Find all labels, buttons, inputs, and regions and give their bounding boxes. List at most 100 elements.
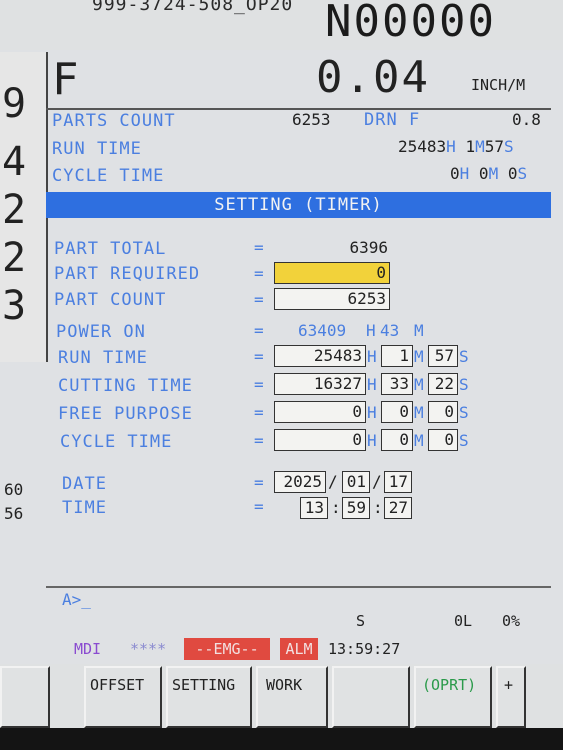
equals-sign: =: [254, 403, 264, 422]
cycle-time-seconds-field[interactable]: 0: [428, 429, 458, 451]
program-header: 999-3724-508_OP20 N00000: [0, 0, 563, 50]
left-digit: 2: [2, 235, 27, 281]
equals-sign: =: [254, 375, 264, 394]
status-run-time-value: 25483H 1M57S: [398, 137, 514, 156]
cycle-time-hours-field[interactable]: 0: [274, 429, 366, 451]
cutting-time-minutes-field[interactable]: 33: [381, 373, 413, 395]
drn-value: 0.8: [512, 110, 541, 129]
part-required-field[interactable]: 0: [274, 262, 390, 284]
minute-unit: M: [414, 403, 424, 422]
override-indicator: 0L: [454, 612, 473, 630]
minute-unit: M: [414, 375, 424, 394]
second-unit: S: [459, 375, 469, 394]
equals-sign: =: [254, 347, 264, 366]
date-day-field[interactable]: 17: [384, 471, 412, 493]
left-number: 56: [4, 504, 24, 523]
minute-unit: M: [414, 431, 424, 450]
free-purpose-minutes-field[interactable]: 0: [381, 401, 413, 423]
part-total-label: PART TOTAL: [54, 239, 167, 259]
cutting-time-hours-field[interactable]: 16327: [274, 373, 366, 395]
softkey-setting[interactable]: SETTING: [166, 666, 252, 728]
feed-label: F: [52, 54, 79, 105]
softkey-work[interactable]: WORK: [256, 666, 328, 728]
cycle-time-minutes-field[interactable]: 0: [381, 429, 413, 451]
run-time-seconds-field[interactable]: 57: [428, 345, 458, 367]
parts-count-value: 6253: [292, 110, 331, 129]
equals-sign: =: [254, 238, 264, 257]
equals-sign: =: [254, 473, 264, 492]
load-percent: 0%: [502, 612, 521, 630]
run-time-label: RUN TIME: [58, 348, 148, 368]
clock: 13:59:27: [328, 640, 401, 658]
time-label: TIME: [62, 498, 107, 518]
monitor-bezel: [0, 728, 563, 750]
equals-sign: =: [254, 264, 264, 283]
second-unit: S: [459, 431, 469, 450]
part-total-value: 6396: [349, 238, 388, 257]
spindle-indicator: S: [356, 612, 366, 630]
time-second-field[interactable]: 27: [384, 497, 412, 519]
part-count-field[interactable]: 6253: [274, 288, 390, 310]
status-cycle-time-value: 0H 0M 0S: [450, 164, 528, 183]
mode-status-bar: MDI **** --EMG-- ALM 13:59:27: [66, 636, 551, 662]
power-on-hours: 63409: [298, 321, 347, 340]
minute-unit: M: [414, 321, 424, 340]
date-separator: /: [372, 472, 382, 491]
emergency-badge: --EMG--: [184, 638, 270, 660]
softkey-blank-left[interactable]: [0, 666, 50, 728]
softkey-next[interactable]: +: [496, 666, 526, 728]
power-on-minutes: 43: [380, 321, 400, 340]
hour-unit: H: [367, 347, 377, 366]
screen-title-bar: SETTING (TIMER): [46, 192, 551, 218]
hour-unit: H: [367, 403, 377, 422]
time-hour-field[interactable]: 13: [300, 497, 328, 519]
alarm-badge: ALM: [280, 638, 318, 660]
softkey-oprt[interactable]: (OPRT): [414, 666, 492, 728]
softkey-offset[interactable]: OFFSET: [84, 666, 162, 728]
cutting-time-seconds-field[interactable]: 22: [428, 373, 458, 395]
status-run-time-label: RUN TIME: [52, 139, 142, 159]
equals-sign: =: [254, 290, 264, 309]
cnc-screen: 999-3724-508_OP20 N00000 9 4 2 2 3 60 56…: [0, 0, 563, 750]
date-separator: /: [328, 472, 338, 491]
left-digit: 9: [2, 81, 27, 127]
cycle-time-label: CYCLE TIME: [60, 432, 173, 452]
screen-title: SETTING (TIMER): [214, 195, 383, 215]
feed-rate-display: F 0.04 INCH/M: [46, 52, 551, 110]
part-count-label: PART COUNT: [54, 290, 167, 310]
left-digit: 3: [2, 283, 27, 329]
hour-unit: H: [367, 431, 377, 450]
left-digit: 4: [2, 139, 27, 185]
equals-sign: =: [254, 321, 264, 340]
second-unit: S: [459, 403, 469, 422]
run-time-minutes-field[interactable]: 1: [381, 345, 413, 367]
date-year-field[interactable]: 2025: [274, 471, 326, 493]
date-label: DATE: [62, 474, 107, 494]
left-number: 60: [4, 480, 24, 499]
date-month-field[interactable]: 01: [342, 471, 370, 493]
run-status: ****: [130, 640, 167, 658]
free-purpose-hours-field[interactable]: 0: [274, 401, 366, 423]
feed-unit: INCH/M: [471, 76, 526, 94]
minute-unit: M: [414, 347, 424, 366]
part-required-label: PART REQUIRED: [54, 264, 201, 284]
power-on-label: POWER ON: [56, 322, 146, 342]
status-cycle-time-label: CYCLE TIME: [52, 166, 165, 186]
program-number: N00000: [325, 0, 496, 47]
hour-unit: H: [366, 321, 376, 340]
time-minute-field[interactable]: 59: [342, 497, 370, 519]
left-digit: 2: [2, 187, 27, 233]
key-input-line[interactable]: A>_: [46, 586, 551, 610]
free-purpose-seconds-field[interactable]: 0: [428, 401, 458, 423]
free-purpose-label: FREE PURPOSE: [58, 404, 193, 424]
feed-value: 0.04: [316, 52, 430, 103]
time-separator: :: [373, 498, 383, 517]
softkey-blank[interactable]: [332, 666, 410, 728]
left-position-panel: 9 4 2 2 3: [0, 52, 48, 362]
second-unit: S: [459, 347, 469, 366]
input-prompt: A>_: [62, 590, 91, 609]
drn-label: DRN F: [364, 110, 421, 130]
cutting-time-label: CUTTING TIME: [58, 376, 193, 396]
parts-count-label: PARTS COUNT: [52, 111, 176, 131]
run-time-hours-field[interactable]: 25483: [274, 345, 366, 367]
